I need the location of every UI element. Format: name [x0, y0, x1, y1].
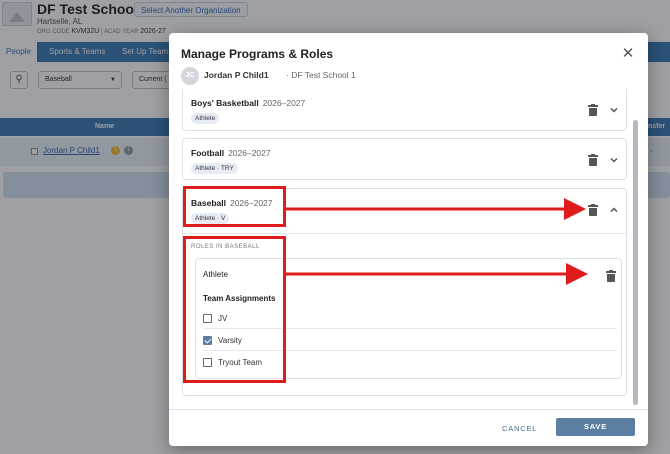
save-button[interactable]: SAVE	[556, 418, 635, 436]
cancel-button[interactable]: CANCEL	[502, 420, 537, 438]
program-title: Football 2026–2027	[191, 148, 271, 158]
close-icon[interactable]: ✕	[620, 46, 636, 62]
program-name: Boys' Basketball	[191, 98, 259, 108]
avatar: JC	[181, 67, 199, 85]
trash-icon[interactable]	[588, 104, 598, 116]
chevron-down-icon[interactable]	[609, 155, 619, 165]
role-chip: Athlete · TRY	[191, 163, 238, 174]
card-divider	[183, 233, 628, 234]
role-chip: Athlete	[191, 113, 220, 124]
annotation-box-baseball-roles	[183, 236, 286, 383]
annotation-box-baseball-program	[183, 186, 286, 227]
trash-icon[interactable]	[588, 154, 598, 166]
program-year: 2026–2027	[262, 98, 306, 108]
program-card-boys-basketball: Boys' Basketball 2026–2027 Athlete	[182, 89, 627, 131]
trash-icon[interactable]	[588, 204, 598, 216]
program-card-football: Football 2026–2027 Athlete · TRY	[182, 138, 627, 180]
chevron-down-icon[interactable]	[609, 105, 619, 115]
chevron-up-icon[interactable]	[609, 205, 619, 215]
trash-icon[interactable]	[606, 270, 616, 282]
modal-footer: CANCEL SAVE	[169, 409, 648, 446]
scrollbar-thumb[interactable]	[633, 120, 638, 405]
person-org: · DF Test School 1	[286, 70, 356, 80]
program-title: Boys' Basketball 2026–2027	[191, 98, 305, 108]
program-year: 2026–2027	[228, 148, 271, 158]
modal-title: Manage Programs & Roles	[181, 47, 334, 61]
person-name: Jordan P Child1	[204, 70, 269, 80]
program-name: Football	[191, 148, 225, 158]
